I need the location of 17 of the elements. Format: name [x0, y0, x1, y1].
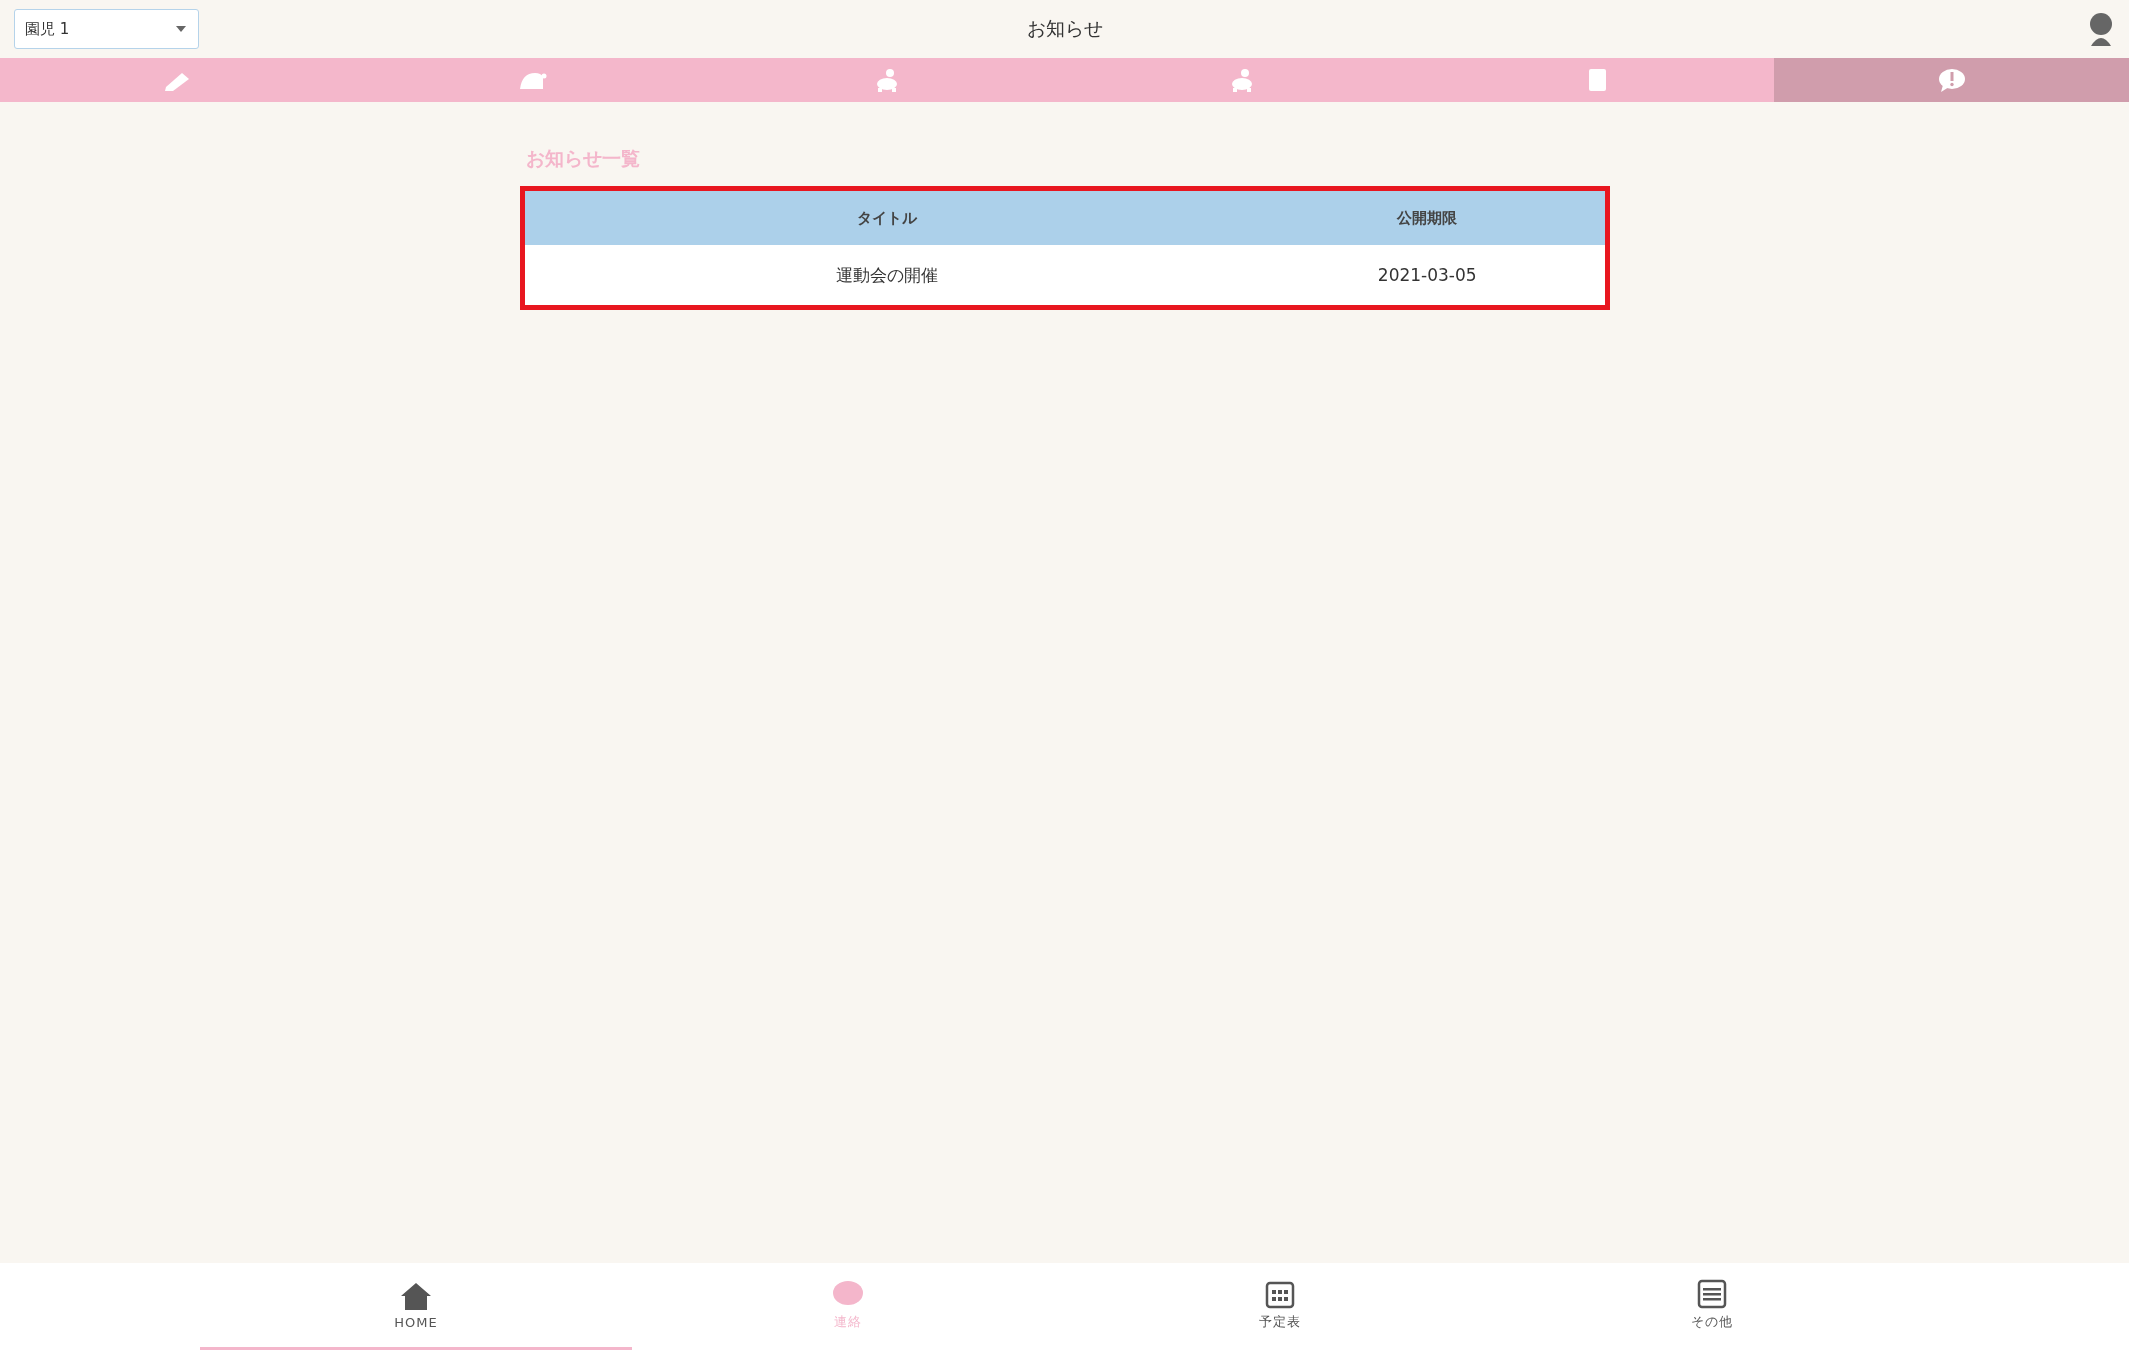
bottom-nav-item[interactable]: HOME — [200, 1263, 632, 1350]
section-heading: お知らせ一覧 — [526, 146, 641, 171]
table-cell: 運動会の開催 — [522, 245, 1250, 308]
nav-tab[interactable] — [1774, 58, 2129, 102]
bottom-nav-item[interactable]: 予定表 — [1064, 1263, 1496, 1350]
table-cell: 2021-03-05 — [1249, 245, 1608, 308]
calendar-icon — [1263, 1279, 1297, 1309]
column-header: 公開期限 — [1249, 188, 1608, 245]
alert-bubble-icon — [1936, 67, 1967, 93]
menu-icon — [1695, 1279, 1729, 1309]
page-title: お知らせ — [1026, 16, 1103, 41]
column-header: タイトル — [522, 188, 1250, 245]
child-select[interactable]: 園児 1 — [14, 9, 199, 49]
home-icon — [399, 1280, 433, 1311]
avatar-icon[interactable] — [2087, 12, 2115, 46]
bottom-nav-item[interactable]: その他 — [1496, 1263, 1928, 1350]
caret-icon — [176, 26, 186, 32]
